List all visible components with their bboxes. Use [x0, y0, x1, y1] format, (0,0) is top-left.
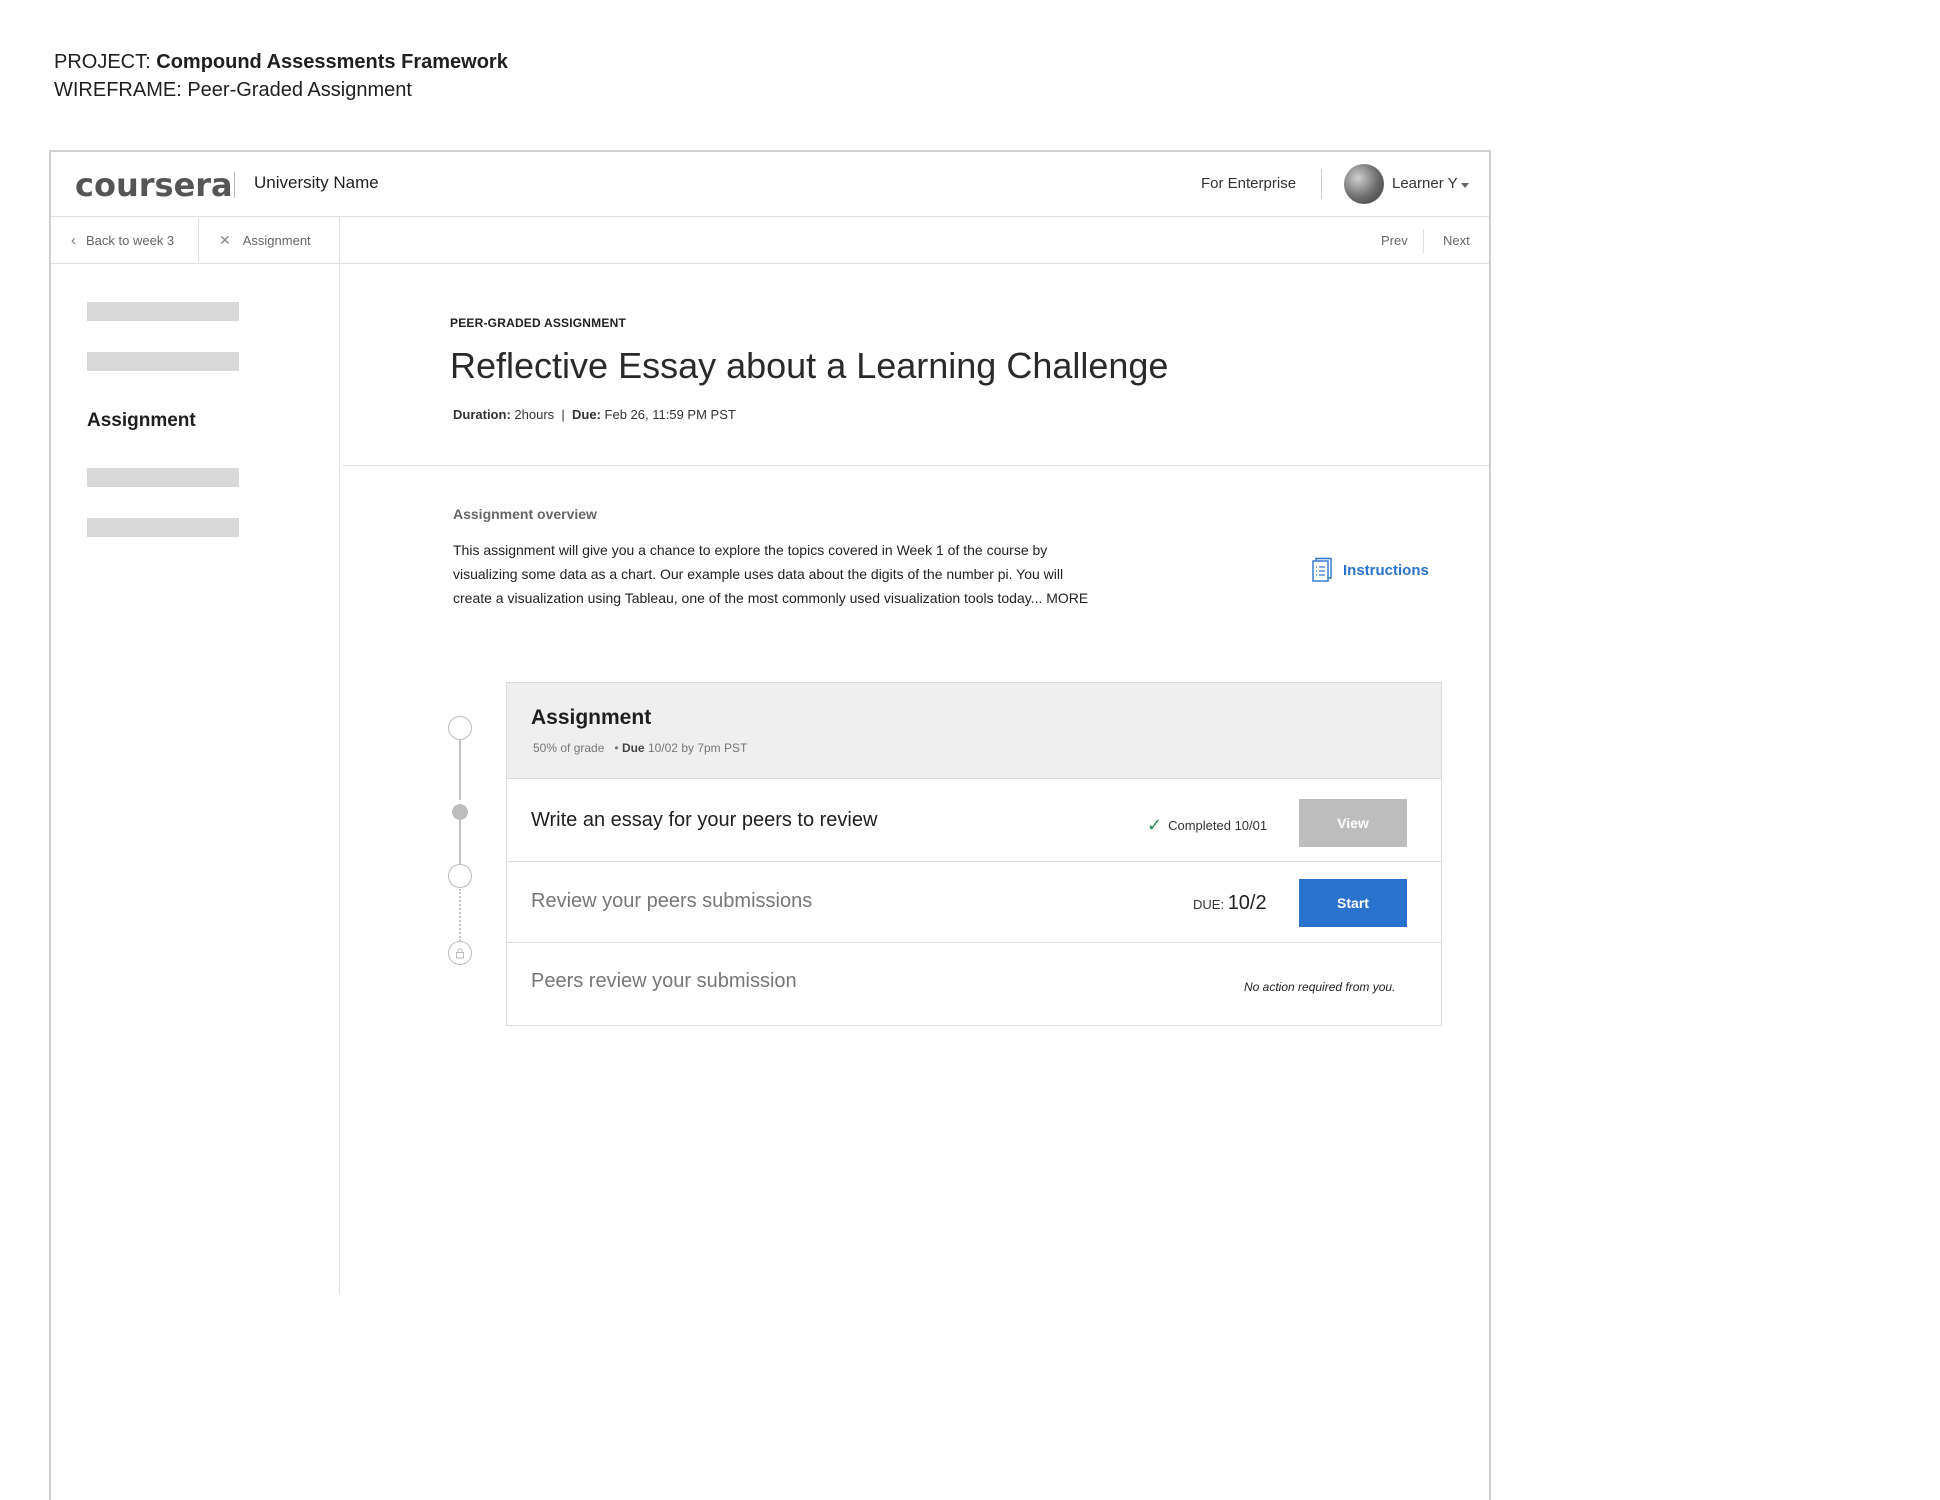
subnav-divider	[339, 217, 340, 263]
wireframe-line: WIREFRAME: Peer-Graded Assignment	[54, 76, 508, 104]
meta-separator: |	[557, 407, 569, 422]
app-frame: coursera University Name For Enterprise …	[49, 150, 1491, 1500]
due-value: Feb 26, 11:59 PM PST	[604, 407, 736, 422]
subnav-divider	[198, 217, 199, 263]
back-to-week-link[interactable]: ‹ Back to week 3	[71, 217, 174, 263]
step-due-label: DUE:	[1193, 897, 1225, 912]
project-name: Compound Assessments Framework	[156, 51, 508, 73]
grade-weight: 50% of grade	[533, 741, 605, 755]
step-due-value: 10/2	[1227, 892, 1267, 914]
sidebar-item-assignment[interactable]: Assignment	[87, 410, 196, 432]
step-title: Write an essay for your peers to review	[531, 809, 878, 831]
prev-link[interactable]: Prev	[1381, 217, 1408, 263]
assignment-type: PEER-GRADED ASSIGNMENT	[450, 316, 626, 330]
duration-label: Duration:	[453, 407, 511, 422]
card-title: Assignment	[531, 706, 652, 729]
step-title: Review your peers submissions	[531, 890, 813, 912]
bullet-separator: •	[607, 741, 622, 755]
step-due: DUE: 10/2	[1193, 892, 1267, 915]
project-label: PROJECT:	[54, 51, 151, 73]
overview-text: This assignment will give you a chance t…	[453, 542, 1089, 606]
completed-text: Completed 10/01	[1168, 818, 1268, 833]
timeline-line	[459, 740, 461, 800]
lock-icon	[448, 941, 472, 965]
header-divider	[1321, 169, 1322, 199]
sidebar-item-placeholder[interactable]	[87, 352, 239, 371]
close-icon: ✕	[219, 231, 231, 248]
card-due-label: Due	[621, 741, 645, 755]
timeline-node-assignment	[448, 716, 472, 740]
for-enterprise-link[interactable]: For Enterprise	[1201, 175, 1296, 192]
assignment-meta: Duration: 2hours | Due: Feb 26, 11:59 PM…	[453, 407, 736, 422]
university-name[interactable]: University Name	[254, 173, 379, 193]
document-icon	[1312, 557, 1332, 582]
timeline-node-completed	[452, 804, 468, 820]
list-item: Peers review your submission No action r…	[507, 943, 1441, 1026]
project-line: PROJECT: Compound Assessments Framework	[54, 48, 508, 76]
wireframe-name: Peer-Graded Assignment	[187, 79, 412, 101]
assignment-label: Assignment	[242, 232, 311, 248]
subnav-divider	[1423, 229, 1424, 253]
card-due-value: 10/02 by 7pm PST	[647, 741, 748, 755]
chevron-left-icon: ‹	[71, 231, 76, 249]
project-meta: PROJECT: Compound Assessments Framework …	[54, 48, 508, 104]
coursera-logo[interactable]: coursera	[75, 166, 233, 204]
timeline-dotted-line	[459, 889, 461, 941]
timeline-line	[459, 820, 461, 864]
check-icon: ✓	[1147, 815, 1163, 835]
close-assignment-link[interactable]: ✕ Assignment	[219, 217, 311, 263]
sidebar-item-placeholder[interactable]	[87, 302, 239, 321]
wireframe-label: WIREFRAME:	[54, 79, 182, 101]
duration-value: 2hours	[514, 407, 555, 422]
assignment-card: Assignment 50% of grade • Due 10/02 by 7…	[506, 682, 1442, 1026]
sidebar: Assignment	[51, 264, 340, 1294]
assignment-card-header: Assignment 50% of grade • Due 10/02 by 7…	[507, 683, 1441, 779]
status-badge: ✓ Completed 10/01	[1147, 815, 1267, 836]
sidebar-item-placeholder[interactable]	[87, 468, 239, 487]
avatar[interactable]	[1344, 164, 1384, 204]
next-link[interactable]: Next	[1443, 217, 1470, 263]
chevron-down-icon[interactable]	[1461, 183, 1469, 188]
list-item: Review your peers submissions DUE: 10/2 …	[507, 862, 1441, 943]
step-title: Peers review your submission	[531, 970, 797, 992]
due-label: Due:	[572, 407, 601, 422]
list-item: Write an essay for your peers to review …	[507, 779, 1441, 862]
section-divider	[343, 465, 1489, 466]
sidebar-item-placeholder[interactable]	[87, 518, 239, 537]
overview-heading: Assignment overview	[453, 506, 597, 522]
page-title: Reflective Essay about a Learning Challe…	[450, 345, 1169, 386]
view-button[interactable]: View	[1299, 799, 1407, 847]
timeline-node-current	[448, 864, 472, 888]
instructions-link[interactable]: Instructions	[1311, 557, 1429, 583]
top-header: coursera University Name For Enterprise …	[51, 152, 1489, 217]
sub-navigation: ‹ Back to week 3 ✕ Assignment Prev Next	[51, 217, 1489, 264]
card-subtitle: 50% of grade • Due 10/02 by 7pm PST	[533, 741, 747, 755]
start-button[interactable]: Start	[1299, 879, 1407, 927]
back-label: Back to week 3	[86, 232, 175, 248]
user-menu-label[interactable]: Learner Y	[1392, 175, 1458, 192]
logo-divider	[234, 172, 235, 198]
no-action-note: No action required from you.	[1244, 980, 1396, 994]
instructions-label: Instructions	[1343, 561, 1429, 579]
